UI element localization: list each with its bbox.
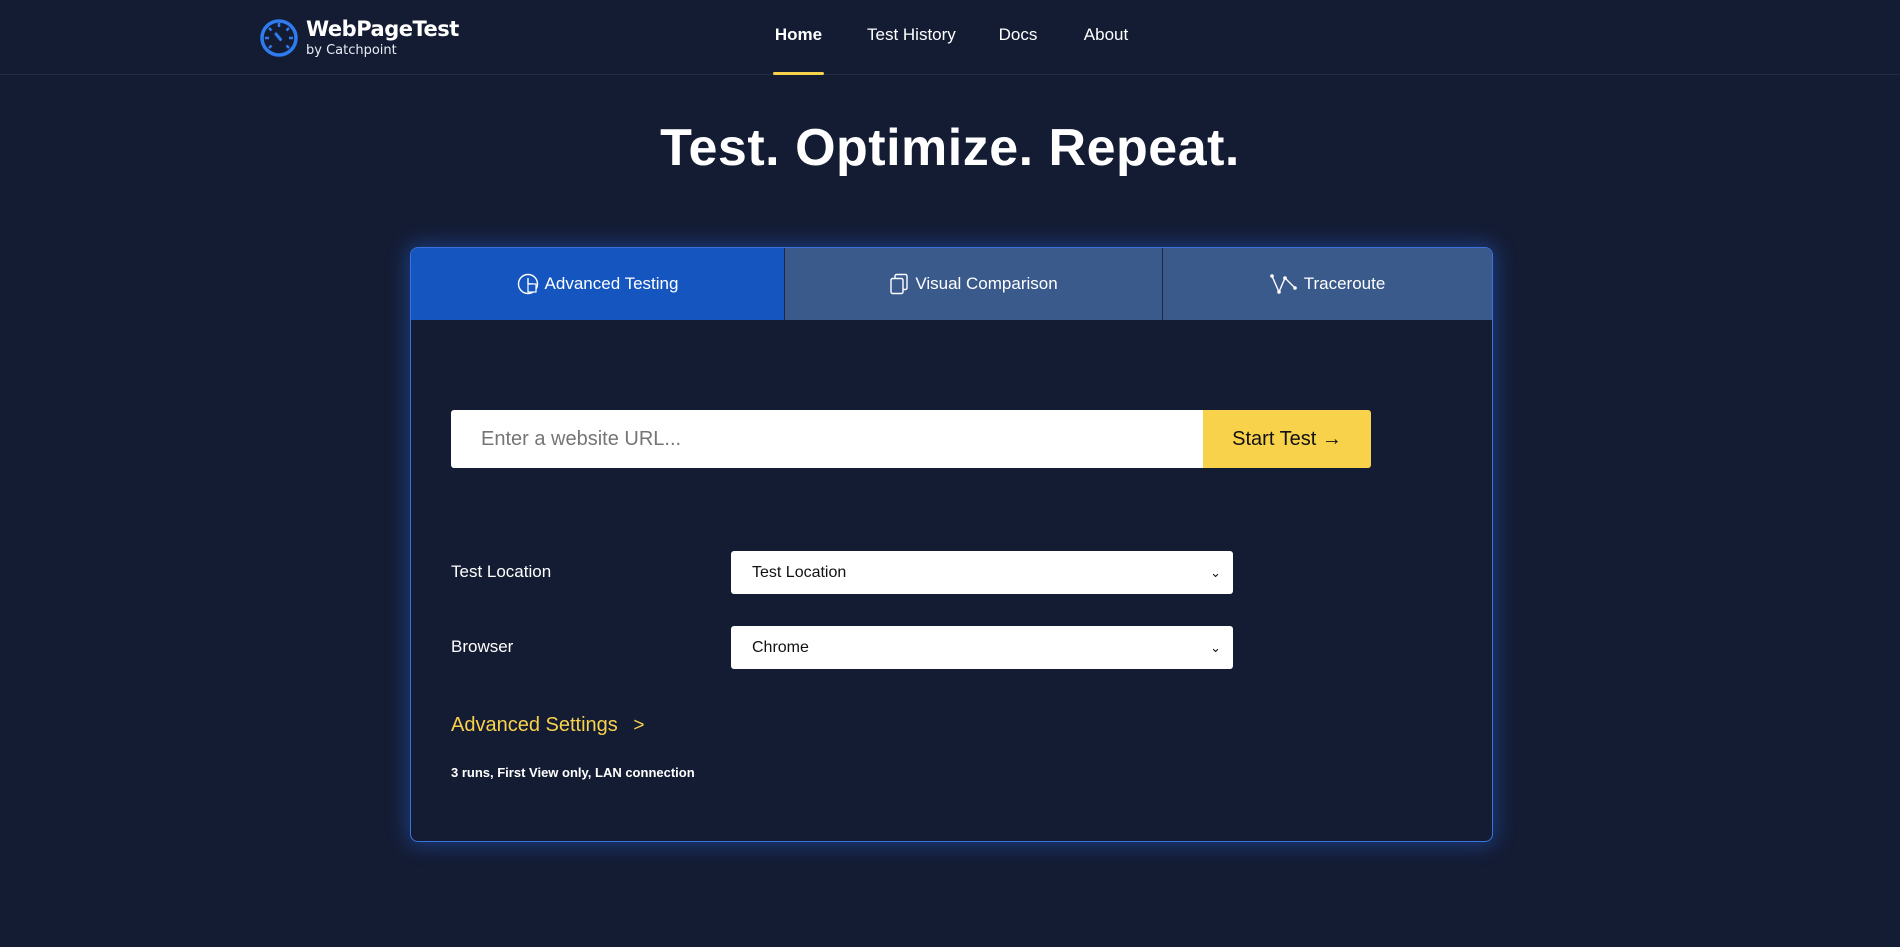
copy-icon bbox=[889, 273, 909, 295]
url-form: Start Test → bbox=[451, 410, 1371, 468]
advanced-settings-label: Advanced Settings bbox=[451, 714, 618, 736]
test-type-tabs: Advanced Testing Visual Comparison Trace… bbox=[411, 248, 1492, 320]
settings-summary: 3 runs, First View only, LAN connection bbox=[451, 765, 695, 780]
advanced-settings-link[interactable]: Advanced Settings > bbox=[451, 714, 644, 737]
tab-label: Visual Comparison bbox=[915, 274, 1058, 293]
browser-value: Chrome bbox=[752, 639, 809, 656]
tab-traceroute[interactable]: Traceroute bbox=[1162, 248, 1492, 320]
test-location-label: Test Location bbox=[451, 562, 552, 581]
browser-label: Browser bbox=[451, 637, 514, 656]
logo-name: WebPageTest bbox=[306, 17, 459, 41]
nav-docs[interactable]: Docs bbox=[997, 0, 1039, 75]
test-card: Advanced Testing Visual Comparison Trace… bbox=[410, 247, 1493, 842]
top-navigation-bar: WebPageTest by Catchpoint Home Test Hist… bbox=[0, 0, 1900, 75]
chevron-down-icon: ⌄ bbox=[1210, 640, 1221, 655]
test-location-select[interactable]: Test Location ⌄ bbox=[731, 551, 1233, 594]
tab-visual-comparison[interactable]: Visual Comparison bbox=[784, 248, 1162, 320]
route-icon bbox=[1269, 273, 1298, 295]
nav-test-history[interactable]: Test History bbox=[867, 0, 956, 75]
chevron-right-icon: > bbox=[633, 715, 645, 736]
nav-about[interactable]: About bbox=[1082, 0, 1130, 75]
chevron-down-icon: ⌄ bbox=[1210, 565, 1221, 580]
hero-title: Test. Optimize. Repeat. bbox=[660, 119, 1240, 177]
test-location-value: Test Location bbox=[752, 564, 847, 581]
browser-select[interactable]: Chrome ⌄ bbox=[731, 626, 1233, 669]
tab-advanced-testing[interactable]: Advanced Testing bbox=[411, 248, 784, 320]
nav-home[interactable]: Home bbox=[773, 0, 824, 75]
logo-subtitle: by Catchpoint bbox=[306, 43, 397, 58]
gauge-icon bbox=[517, 273, 539, 295]
stopwatch-logo-icon bbox=[260, 19, 298, 57]
url-input[interactable] bbox=[451, 410, 1203, 468]
tab-label: Traceroute bbox=[1303, 274, 1386, 293]
logo[interactable]: WebPageTest by Catchpoint bbox=[258, 16, 459, 60]
tab-label: Advanced Testing bbox=[544, 274, 679, 293]
start-test-button[interactable]: Start Test → bbox=[1203, 410, 1371, 468]
